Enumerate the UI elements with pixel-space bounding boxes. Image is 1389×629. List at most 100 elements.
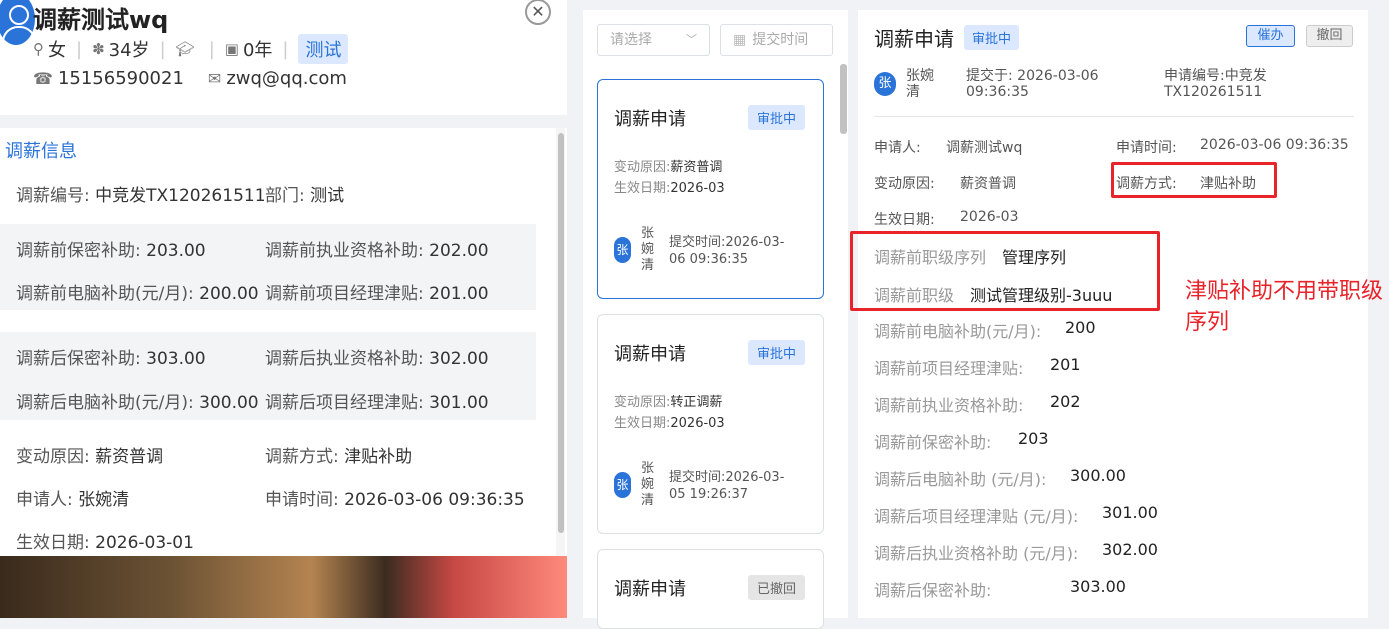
detail-row-value: 300.00 — [1070, 466, 1126, 485]
value: 202.00 — [429, 241, 489, 261]
value: 2026-03 — [670, 416, 725, 431]
label: 部门: — [265, 186, 305, 206]
urge-button[interactable]: 催办 — [1246, 25, 1295, 47]
detail-row-value: 202 — [1050, 392, 1081, 411]
card-title: 调薪申请 — [614, 344, 686, 365]
detail-row-value: 303.00 — [1070, 577, 1126, 596]
detail-row-value: 302.00 — [1102, 540, 1158, 559]
email: zwq@qq.com — [226, 68, 347, 89]
value: 200.00 — [199, 284, 259, 304]
label: 提交时间: — [669, 235, 726, 250]
card-title: 调薪申请 — [614, 109, 686, 130]
avatar: 张 — [874, 72, 896, 96]
mail-icon: ✉ — [207, 69, 222, 88]
label: 调薪方式: — [265, 447, 339, 467]
tenure: 0年 — [242, 40, 273, 61]
list-scrollbar-thumb[interactable] — [840, 64, 847, 134]
application-card[interactable]: 调薪申请 审批中 变动原因:转正调薪 生效日期:2026-03 张 张婉清 提交… — [597, 314, 824, 534]
date-placeholder: 提交时间 — [752, 32, 809, 48]
field-pre-pc: 调薪前电脑补助(元/月): 200.00 — [16, 279, 259, 304]
application-card[interactable]: 调薪申请 已撤回 — [597, 549, 824, 629]
card-time: 提交时间:2026-03-06 09:36:35 — [669, 234, 799, 268]
label: 申请编号: — [1164, 68, 1225, 84]
background-photo — [0, 556, 567, 618]
label: 变动原因: — [614, 160, 671, 175]
field-method: 调薪方式: 津贴补助 — [265, 442, 412, 467]
label: 调薪后电脑补助(元/月): — [16, 393, 194, 413]
employee-meta: ⚲ 女 | ✽ 34岁 | 🎓︎ | ▣ 0年 | 测试 — [33, 34, 349, 64]
value: 300.00 — [199, 393, 259, 413]
age: 34岁 — [108, 40, 150, 61]
field-post-secret: 调薪后保密补助: 303.00 — [16, 344, 206, 369]
value: 薪资普调 — [670, 160, 723, 175]
card-submitter: 张婉清 — [641, 461, 655, 508]
calendar-icon: ▦ — [733, 32, 747, 48]
gender-icon: ⚲ — [33, 40, 44, 58]
value: 2026-03 — [670, 181, 725, 196]
status-badge: 审批中 — [964, 25, 1020, 50]
submit-time-picker[interactable]: ▦ 提交时间 — [720, 24, 833, 56]
phone: 15156590021 — [57, 68, 184, 89]
field-apply-time: 申请时间: 2026-03-06 09:36:35 — [265, 485, 525, 510]
department-tag: 测试 — [298, 34, 349, 64]
divider: | — [282, 38, 289, 60]
status-select[interactable]: 请选择 ﹀ — [597, 24, 710, 56]
value: 201.00 — [429, 284, 489, 304]
divider: | — [159, 38, 166, 60]
employee-detail-panel: 调薪测试wq ✕ ⚲ 女 | ✽ 34岁 | 🎓︎ | ▣ 0年 | 测试 ☎ … — [0, 0, 567, 556]
field-effective: 生效日期: 2026-03-01 — [16, 528, 194, 553]
card-effective: 生效日期:2026-03 — [614, 412, 725, 431]
label: 生效日期: — [16, 533, 90, 553]
label: 调薪前项目经理津贴: — [265, 284, 424, 304]
value: 薪资普调 — [95, 447, 164, 467]
label: 变动原因: — [614, 395, 671, 410]
apply-time-value: 2026-03-06 09:36:35 — [1200, 137, 1349, 153]
value: 303.00 — [146, 349, 206, 369]
value: 张婉清 — [78, 490, 130, 510]
card-title: 调薪申请 — [614, 579, 686, 600]
field-pre-secret: 调薪前保密补助: 203.00 — [16, 236, 206, 261]
divider — [874, 116, 1354, 117]
label: 调薪后保密补助: — [16, 349, 141, 369]
detail-row-label: 调薪前执业资格补助: — [874, 396, 1024, 415]
label: 提交于: — [966, 68, 1013, 84]
scrollbar-thumb[interactable] — [558, 133, 564, 533]
apply-time-label: 申请时间: — [1116, 140, 1177, 156]
section-divider — [0, 115, 567, 128]
application-card[interactable]: 调薪申请 审批中 变动原因:薪资普调 生效日期:2026-03 张 张婉清 提交… — [597, 79, 824, 299]
value: 302.00 — [429, 349, 489, 369]
chevron-down-icon: ﹀ — [686, 33, 697, 46]
briefcase-icon: ▣ — [224, 40, 239, 58]
applicant-value: 调薪测试wq — [946, 140, 1023, 156]
label: 调薪编号: — [16, 186, 90, 206]
detail-row-value: 201 — [1050, 355, 1081, 374]
status-badge: 审批中 — [748, 105, 806, 130]
divider: | — [208, 38, 215, 60]
field-applicant: 申请人: 张婉清 — [16, 485, 129, 510]
field-post-pc: 调薪后电脑补助(元/月): 300.00 — [16, 388, 259, 413]
label: 调薪前保密补助: — [16, 241, 141, 261]
value: 中竞发TX120261511 — [95, 186, 266, 206]
submit-info: 提交于: 2026-03-06 09:36:35 — [966, 68, 1106, 100]
request-number: 申请编号:中竞发TX120261511 — [1164, 68, 1284, 100]
annotation-note: 津贴补助不用带职级序列 — [1185, 279, 1384, 335]
label: 生效日期: — [614, 416, 671, 431]
sprout-icon: ✽ — [92, 40, 105, 58]
detail-row-label: 调薪后电脑补助 (元/月): — [874, 470, 1047, 489]
value: 转正调薪 — [670, 395, 723, 410]
revoke-button[interactable]: 撤回 — [1306, 25, 1353, 47]
detail-row-label: 调薪后执业资格补助 (元/月): — [874, 544, 1079, 563]
value: 津贴补助 — [344, 447, 413, 467]
close-button[interactable]: ✕ — [525, 0, 551, 25]
label: 调薪后执业资格补助: — [265, 349, 424, 369]
phone-icon: ☎ — [33, 69, 53, 88]
contact-info: ☎ 15156590021 ✉ zwq@qq.com — [33, 68, 347, 89]
label: 调薪前电脑补助(元/月): — [16, 284, 194, 304]
detail-row-label: 调薪后保密补助: — [874, 581, 992, 600]
detail-row-label: 调薪前保密补助: — [874, 433, 992, 452]
value: 301.00 — [429, 393, 489, 413]
card-submitter: 张婉清 — [641, 226, 655, 273]
detail-row-value: 200 — [1065, 318, 1096, 337]
detail-row-label: 调薪前电脑补助(元/月): — [874, 322, 1042, 341]
detail-row-label: 调薪前项目经理津贴: — [874, 359, 1024, 378]
